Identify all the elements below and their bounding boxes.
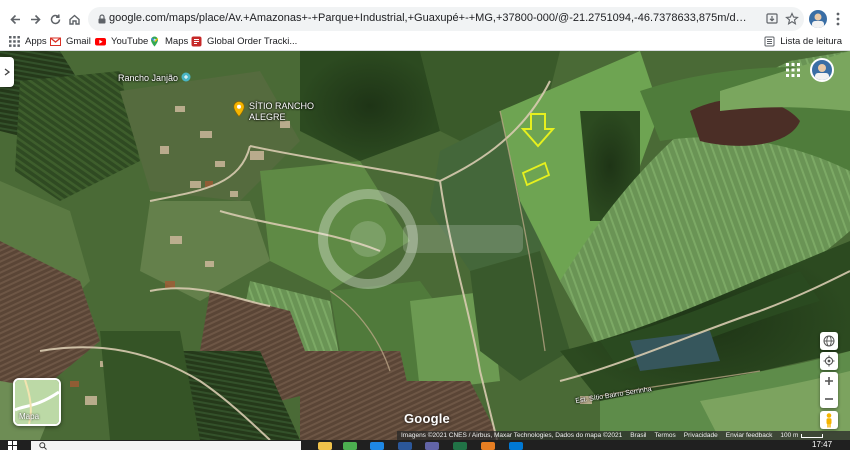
crosshair-icon [823, 355, 835, 367]
profile-avatar[interactable] [809, 10, 827, 28]
zoom-controls [820, 372, 838, 408]
pegman-icon [826, 413, 832, 428]
taskbar-clock[interactable]: 17:47 [812, 440, 832, 449]
street-view-pegman[interactable] [820, 411, 838, 429]
gmail-icon [50, 37, 61, 46]
back-arrow-icon [9, 14, 20, 24]
place-marker-icon [181, 72, 191, 82]
scale-bar [801, 433, 824, 438]
zoom-in-button[interactable] [820, 372, 838, 390]
location-pin-icon[interactable] [233, 101, 245, 117]
map-attribution-bar: Imagens ©2021 CNES / Airbus, Maxar Techn… [397, 431, 850, 440]
map-layer-toggle[interactable]: Mapa [13, 378, 61, 426]
avatar-icon [812, 13, 824, 28]
account-avatar[interactable] [810, 58, 834, 82]
bookmarks-bar: Apps Gmail YouTube Maps Global Order Tra… [0, 32, 850, 50]
bookmark-global-order[interactable]: Global Order Tracki... [191, 33, 297, 49]
install-app-icon[interactable] [765, 12, 779, 26]
reload-icon [50, 14, 60, 24]
reading-list-icon [764, 36, 775, 46]
back-button[interactable] [4, 6, 26, 32]
windows-start-icon[interactable] [8, 441, 17, 450]
map-layer-label: Mapa [19, 412, 40, 421]
chrome-taskbar-icon[interactable] [343, 442, 357, 450]
compass-button[interactable] [820, 332, 838, 350]
zoom-out-button[interactable] [820, 390, 838, 408]
collapse-side-panel-button[interactable] [0, 57, 14, 87]
place-label-sitio-rancho-alegre[interactable]: SÍTIO RANCHO ALEGRE [249, 101, 324, 123]
address-bar[interactable]: google.com/maps/place/Av.+Amazonas+-+Par… [88, 7, 804, 31]
bookmark-star-icon[interactable] [785, 12, 799, 26]
globe-icon [823, 335, 835, 347]
terms-link[interactable]: Termos [654, 432, 675, 439]
reading-list-label: Lista de leitura [780, 35, 842, 47]
lock-icon [98, 14, 106, 24]
forward-arrow-icon [30, 14, 41, 24]
teams-taskbar-icon[interactable] [425, 442, 439, 450]
app-taskbar-icon[interactable] [481, 442, 495, 450]
google-logo: Google [404, 411, 450, 426]
bookmark-label: Global Order Tracki... [207, 35, 298, 47]
maps-icon [150, 36, 159, 46]
bookmark-label: Apps [25, 35, 47, 47]
bookmark-apps[interactable]: Apps [9, 33, 47, 49]
more-options-icon[interactable] [832, 10, 844, 28]
scale-label[interactable]: 100 m [780, 432, 798, 439]
my-location-button[interactable] [820, 352, 838, 370]
bookmark-maps[interactable]: Maps [149, 33, 188, 49]
imagery-credit: Imagens ©2021 CNES / Airbus, Maxar Techn… [401, 432, 623, 439]
bookmark-youtube[interactable]: YouTube [95, 33, 148, 49]
chevron-right-icon [4, 68, 10, 76]
reading-list-button[interactable]: Lista de leitura [764, 33, 842, 49]
bookmark-gmail[interactable]: Gmail [50, 33, 91, 49]
screen: google.com/maps/place/Av.+Amazonas+-+Par… [0, 0, 850, 450]
apps-grid-icon [9, 35, 20, 47]
minus-icon [825, 398, 833, 400]
satellite-map[interactable]: Rancho Janjão SÍTIO RANCHO ALEGRE Mapa E… [0, 51, 850, 440]
bookmark-label: YouTube [111, 35, 149, 47]
excel-taskbar-icon[interactable] [453, 442, 467, 450]
word-taskbar-icon[interactable] [398, 442, 412, 450]
edge-taskbar-icon[interactable] [509, 442, 523, 450]
url-text: google.com/maps/place/Av.+Amazonas+-+Par… [109, 12, 749, 24]
taskbar-search-box[interactable] [31, 441, 301, 450]
outlook-taskbar-icon[interactable] [370, 442, 384, 450]
bookmark-label: Maps [165, 35, 189, 47]
satellite-imagery [0, 51, 850, 440]
search-icon [39, 442, 47, 450]
youtube-icon [95, 37, 106, 45]
home-button[interactable] [63, 6, 85, 32]
plus-icon [825, 377, 833, 385]
bookmark-icon [191, 36, 202, 46]
google-apps-icon[interactable] [786, 63, 800, 77]
privacy-link[interactable]: Privacidade [684, 432, 718, 439]
avatar-icon [815, 64, 829, 80]
send-feedback-link[interactable]: Enviar feedback [726, 432, 773, 439]
place-label-rancho-janjao[interactable]: Rancho Janjão [118, 72, 191, 83]
country-link[interactable]: Brasil [630, 432, 646, 439]
navigation-bar: google.com/maps/place/Av.+Amazonas+-+Par… [0, 6, 850, 32]
home-icon [68, 14, 80, 25]
bookmark-label: Gmail [66, 35, 91, 47]
file-explorer-taskbar-icon[interactable] [318, 442, 332, 450]
windows-taskbar: 17:47 [0, 440, 850, 450]
forward-button[interactable] [24, 6, 46, 32]
browser-chrome: google.com/maps/place/Av.+Amazonas+-+Par… [0, 0, 850, 51]
